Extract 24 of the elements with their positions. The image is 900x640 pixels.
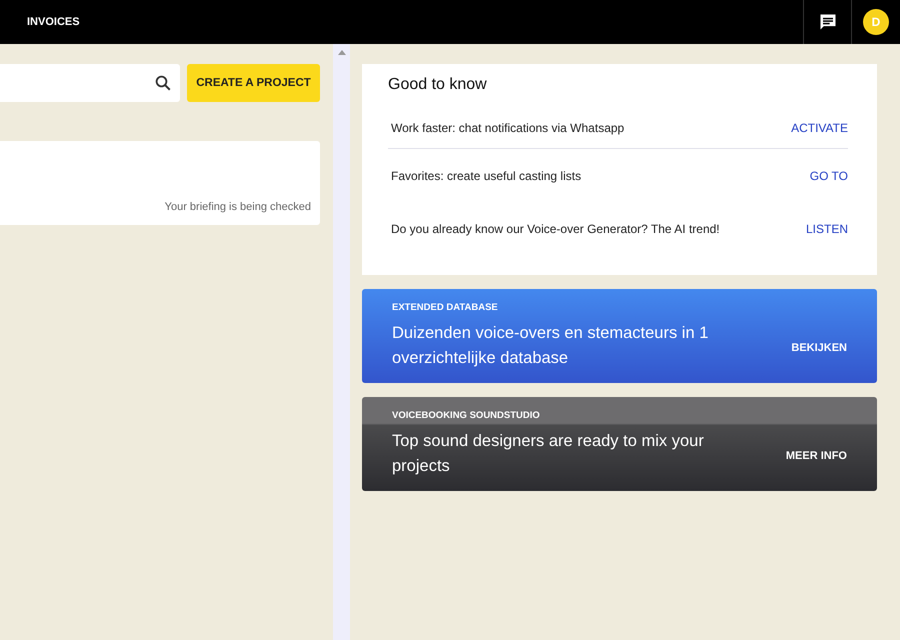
promo-banner[interactable]: VOICEBOOKING SOUNDSTUDIO Top sound designers are ready to mix your projects MEER INFO bbox=[362, 397, 877, 491]
create-project-button[interactable]: CREATE A PROJECT bbox=[187, 64, 320, 102]
search-field[interactable] bbox=[0, 64, 180, 102]
scrollbar[interactable] bbox=[333, 44, 350, 640]
card-title: Good to know bbox=[388, 76, 488, 94]
banner-headline: Top sound designers are ready to mix your projects bbox=[392, 430, 705, 476]
promo-banner[interactable]: EXTENDED DATABASE Duizenden voice-overs en stemacteurs in 1 overzichtelijke database BEKIJKEN bbox=[362, 289, 877, 383]
tip-link[interactable]: LISTEN bbox=[806, 222, 848, 236]
banner-link[interactable]: MEER INFO bbox=[786, 450, 847, 462]
banner-headline: Duizenden voice-overs en stemacteurs in 1 overzichtelijke database bbox=[392, 322, 710, 368]
project-card[interactable]: Your briefing is being checked bbox=[0, 141, 320, 225]
banner-link[interactable]: BEKIJKEN bbox=[791, 342, 847, 354]
banner-label: VOICEBOOKING SOUNDSTUDIO bbox=[392, 410, 541, 420]
tip-text: Work faster: chat notifications via Whatsapp bbox=[390, 121, 624, 135]
scroll-up-icon[interactable] bbox=[338, 50, 346, 55]
invoices-link[interactable]: INVOICES bbox=[27, 16, 80, 28]
tip-text: Favorites: create useful casting lists bbox=[390, 168, 582, 182]
banner-label: EXTENDED DATABASE bbox=[392, 302, 499, 312]
project-status: Your briefing is being checked bbox=[164, 201, 311, 213]
chat-icon bbox=[818, 12, 838, 32]
tip-text: Do you already know our Voice-over Generator? The AI trend! bbox=[390, 222, 720, 236]
tip-link[interactable]: ACTIVATE bbox=[791, 121, 848, 135]
tip-link[interactable]: GO TO bbox=[810, 168, 848, 182]
search-icon bbox=[154, 74, 172, 92]
